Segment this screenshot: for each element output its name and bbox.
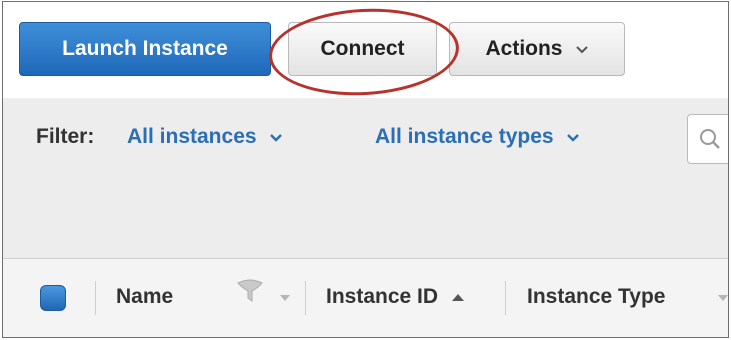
toolbar: Launch Instance Connect Actions: [3, 2, 728, 100]
search-icon: [698, 127, 722, 156]
select-all-checkbox[interactable]: [40, 285, 66, 311]
column-header-name-label: Name: [116, 285, 174, 308]
actions-dropdown-button[interactable]: Actions: [449, 22, 625, 76]
instance-types-filter-dropdown[interactable]: All instance types: [375, 125, 580, 149]
instance-types-filter-value: All instance types: [375, 125, 554, 148]
chevron-down-icon: [575, 37, 589, 61]
launch-instance-button[interactable]: Launch Instance: [19, 22, 271, 76]
ec2-console-panel: Launch Instance Connect Actions Filter: …: [2, 1, 729, 338]
column-header-name[interactable]: Name: [116, 285, 173, 309]
actions-label: Actions: [485, 37, 563, 60]
connect-button[interactable]: Connect: [288, 22, 437, 76]
search-input[interactable]: [687, 114, 728, 164]
column-divider: [95, 281, 96, 315]
instances-filter-value: All instances: [127, 125, 257, 148]
chevron-down-icon[interactable]: [279, 289, 291, 307]
chevron-down-icon: [566, 125, 580, 149]
column-header-instance-id-label: Instance ID: [326, 285, 439, 308]
chevron-down-icon[interactable]: [717, 289, 728, 307]
connect-label: Connect: [320, 37, 405, 60]
sort-ascending-icon: [452, 293, 465, 301]
filter-bar: Filter: All instances All instance types: [3, 98, 728, 259]
launch-instance-label: Launch Instance: [62, 37, 228, 60]
filter-label: Filter:: [36, 125, 95, 148]
column-header-instance-type-label: Instance Type: [527, 285, 666, 308]
filter-funnel-icon[interactable]: [235, 278, 265, 313]
column-header-instance-type[interactable]: Instance Type: [527, 285, 666, 309]
column-divider: [305, 281, 306, 315]
column-header-instance-id[interactable]: Instance ID: [326, 285, 465, 309]
instances-filter-dropdown[interactable]: All instances: [127, 125, 283, 149]
column-divider: [505, 281, 506, 315]
chevron-down-icon: [269, 125, 283, 149]
